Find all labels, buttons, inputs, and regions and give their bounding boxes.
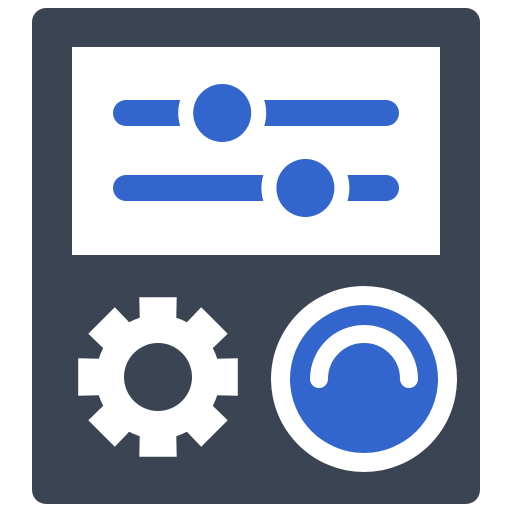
- dial-knob[interactable]: [271, 286, 457, 472]
- screen-panel: [72, 47, 440, 255]
- icon-canvas: [0, 0, 512, 512]
- control-panel-icon: [32, 8, 480, 504]
- gear-center-hole: [124, 343, 192, 411]
- slider-thumb-bottom[interactable]: [276, 159, 335, 217]
- gear-icon[interactable]: [78, 297, 238, 457]
- slider-thumb-top[interactable]: [193, 84, 252, 142]
